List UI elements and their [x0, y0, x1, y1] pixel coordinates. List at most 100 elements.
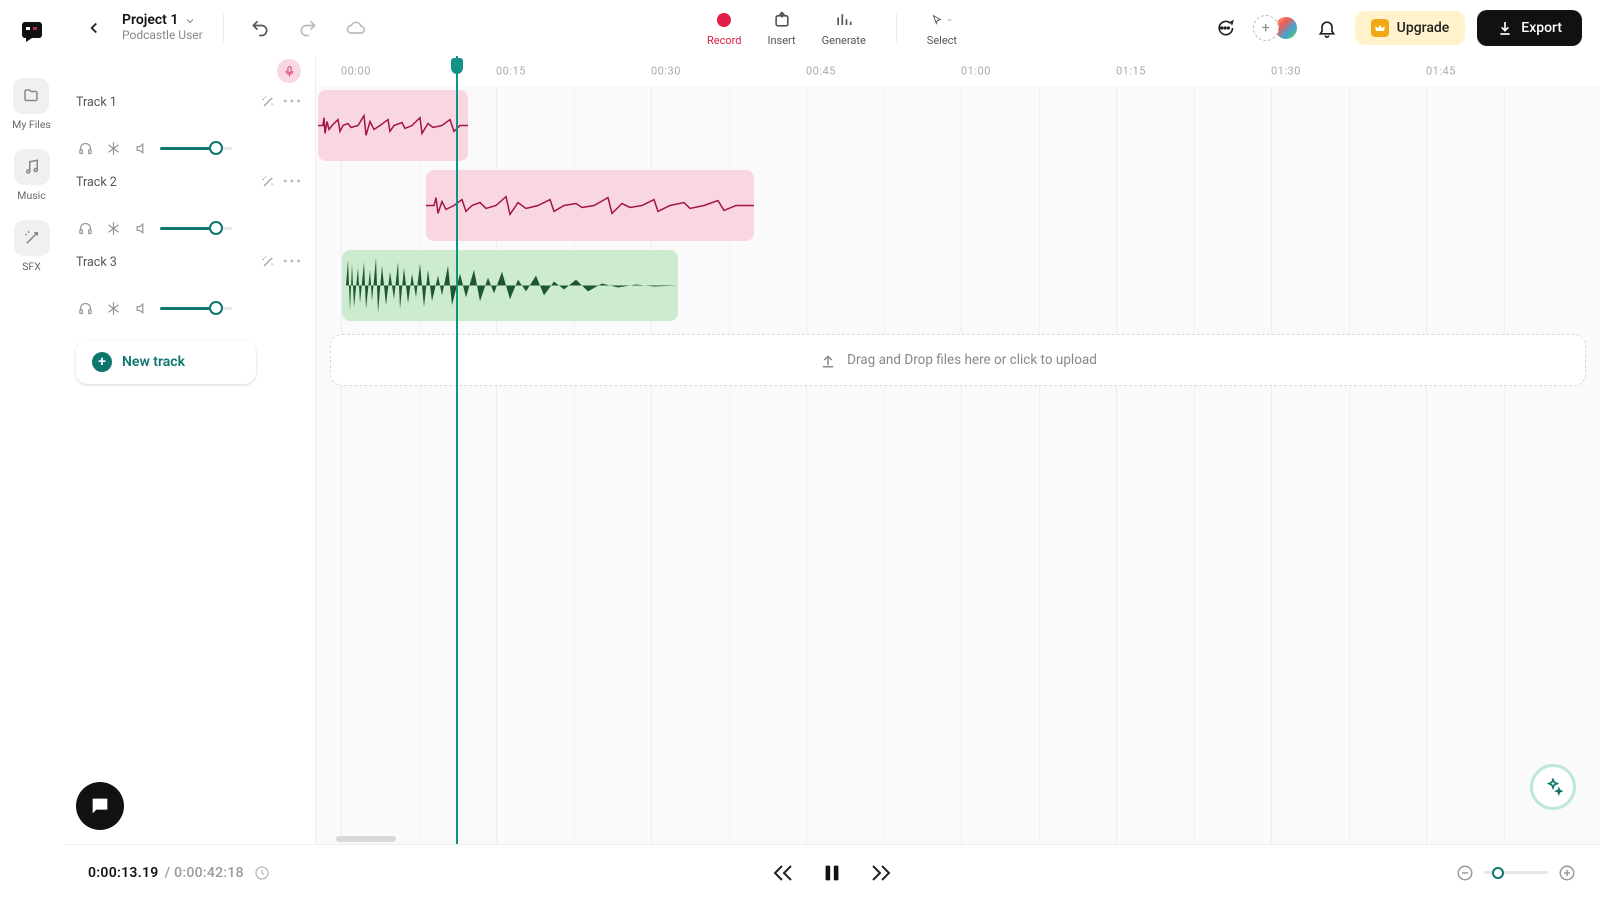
record-tool[interactable]: Record	[707, 9, 741, 47]
track-type-badge[interactable]	[277, 59, 301, 83]
clock-icon[interactable]	[254, 865, 270, 881]
music-note-icon	[14, 149, 50, 185]
current-time: 0:00:13.19	[88, 865, 159, 881]
left-rail: My Files Music SFX	[0, 0, 64, 900]
zoom-slider[interactable]	[1484, 866, 1548, 880]
playhead[interactable]	[456, 56, 458, 844]
timeline-ruler[interactable]: 00:00 00:15 00:30 00:45 01:00 01:15 01:30 01:45	[316, 56, 1600, 86]
track-menu-button[interactable]: •••	[283, 254, 303, 270]
cursor-icon	[931, 9, 953, 31]
track-header: Track 3 •••	[64, 246, 315, 326]
rail-item-sfx[interactable]: SFX	[14, 220, 50, 273]
volume-slider[interactable]	[160, 141, 232, 155]
track-magic-icon[interactable]	[261, 95, 275, 109]
export-label: Export	[1521, 20, 1562, 36]
playhead-knob[interactable]	[451, 58, 463, 74]
timeline-lanes[interactable]: 00:00 00:15 00:30 00:45 01:00 01:15 01:30 01:45	[316, 56, 1600, 844]
track-magic-icon[interactable]	[261, 255, 275, 269]
track-name[interactable]: Track 2	[76, 175, 117, 190]
cloud-save-button[interactable]	[340, 12, 372, 44]
audio-clip[interactable]	[318, 90, 468, 161]
project-user: Podcastle User	[122, 29, 203, 42]
track-magic-icon[interactable]	[261, 175, 275, 189]
track-menu-button[interactable]: •••	[283, 174, 303, 190]
notifications-button[interactable]	[1311, 12, 1343, 44]
ruler-tick: 00:45	[806, 65, 836, 78]
audio-clip[interactable]	[426, 170, 754, 241]
add-collaborator-button[interactable]: +	[1253, 15, 1279, 41]
generate-label: Generate	[822, 34, 866, 47]
transport-bar: 0:00:13.19 / 0:00:42:18	[64, 844, 1600, 900]
redo-button[interactable]	[292, 12, 324, 44]
audio-clip[interactable]	[342, 250, 678, 321]
rail-label-my-files: My Files	[12, 118, 51, 131]
track-name[interactable]: Track 3	[76, 255, 117, 270]
insert-label: Insert	[767, 34, 795, 47]
rail-label-sfx: SFX	[22, 260, 41, 273]
crown-icon	[1371, 19, 1389, 37]
ruler-tick: 00:15	[496, 65, 526, 78]
project-title-dropdown[interactable]: Project 1	[122, 13, 203, 28]
comments-button[interactable]	[1209, 12, 1241, 44]
ruler-tick: 01:30	[1271, 65, 1301, 78]
insert-tool[interactable]: Insert	[767, 9, 795, 47]
track-lane[interactable]	[316, 86, 1600, 166]
sfx-wand-icon	[14, 220, 50, 256]
export-button[interactable]: Export	[1477, 10, 1582, 46]
rewind-button[interactable]	[771, 861, 795, 885]
select-tool[interactable]: Select	[927, 9, 957, 47]
undo-button[interactable]	[244, 12, 276, 44]
mute-speaker-button[interactable]	[132, 219, 150, 237]
freeze-snowflake-button[interactable]	[104, 299, 122, 317]
app-logo	[16, 16, 48, 48]
freeze-snowflake-button[interactable]	[104, 219, 122, 237]
freeze-snowflake-button[interactable]	[104, 139, 122, 157]
generate-icon	[833, 9, 855, 31]
ai-assistant-button[interactable]	[1530, 764, 1576, 810]
track-lane[interactable]	[316, 246, 1600, 326]
back-button[interactable]	[82, 16, 106, 40]
ruler-tick: 00:00	[341, 65, 371, 78]
ruler-tick: 01:15	[1116, 65, 1146, 78]
rail-item-music[interactable]: Music	[14, 149, 50, 202]
forward-button[interactable]	[869, 861, 893, 885]
solo-headphones-button[interactable]	[76, 299, 94, 317]
horizontal-scrollbar[interactable]	[316, 834, 1600, 844]
plus-circle-icon: +	[92, 352, 112, 372]
mute-speaker-button[interactable]	[132, 299, 150, 317]
new-track-button[interactable]: + New track	[76, 340, 256, 384]
record-icon	[713, 9, 735, 31]
new-track-label: New track	[122, 354, 185, 370]
volume-slider[interactable]	[160, 301, 232, 315]
ruler-tick: 01:00	[961, 65, 991, 78]
track-header: Track 2 •••	[64, 166, 315, 246]
volume-slider[interactable]	[160, 221, 232, 235]
project-title: Project 1	[122, 13, 178, 28]
folder-icon	[13, 78, 49, 114]
intercom-chat-button[interactable]	[76, 782, 124, 830]
upgrade-button[interactable]: Upgrade	[1355, 11, 1466, 45]
download-icon	[1497, 20, 1513, 36]
solo-headphones-button[interactable]	[76, 219, 94, 237]
pause-button[interactable]	[821, 862, 843, 884]
ruler-tick: 00:30	[651, 65, 681, 78]
upload-dropzone[interactable]: Drag and Drop files here or click to upl…	[330, 334, 1586, 386]
track-panel: Track 1 •••	[64, 56, 316, 844]
mute-speaker-button[interactable]	[132, 139, 150, 157]
divider	[223, 14, 224, 42]
chevron-down-icon	[184, 15, 196, 27]
zoom-out-button[interactable]	[1456, 864, 1474, 882]
track-name[interactable]: Track 1	[76, 95, 117, 110]
record-label: Record	[707, 34, 741, 47]
track-menu-button[interactable]: •••	[283, 94, 303, 110]
dropzone-label: Drag and Drop files here or click to upl…	[847, 352, 1097, 368]
app-header: Project 1 Podcastle User Record	[64, 0, 1600, 56]
generate-tool[interactable]: Generate	[822, 9, 866, 47]
ruler-tick: 01:45	[1426, 65, 1456, 78]
total-time: 0:00:42:18	[174, 865, 244, 881]
rail-label-music: Music	[17, 189, 45, 202]
rail-item-my-files[interactable]: My Files	[12, 78, 51, 131]
solo-headphones-button[interactable]	[76, 139, 94, 157]
zoom-in-button[interactable]	[1558, 864, 1576, 882]
track-lane[interactable]	[316, 166, 1600, 246]
